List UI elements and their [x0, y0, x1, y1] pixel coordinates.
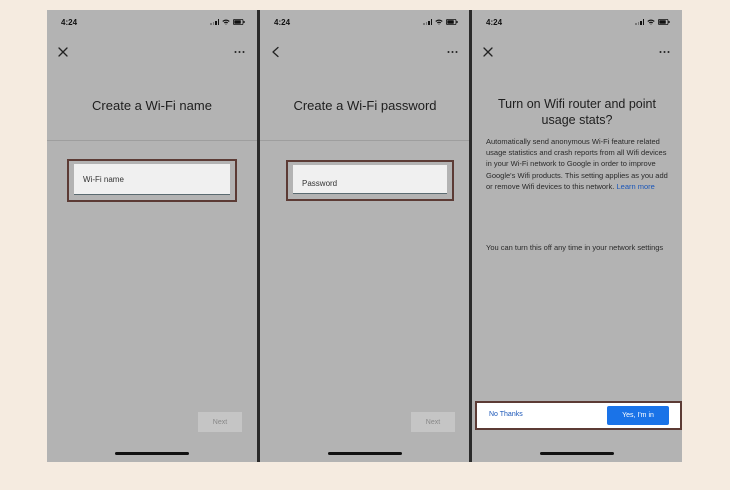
divider — [260, 140, 470, 141]
more-icon[interactable] — [447, 50, 458, 54]
signal-icon — [635, 19, 644, 25]
screen-usage-stats: 4:24 Turn on Wifi router and point usage… — [472, 10, 682, 462]
settings-note: You can turn this off any time in your n… — [486, 243, 664, 252]
learn-more-link[interactable]: Learn more — [616, 182, 654, 191]
consent-actions-highlight: No Thanks Yes, I'm in — [475, 401, 682, 430]
battery-icon — [233, 19, 245, 25]
yes-im-in-button[interactable]: Yes, I'm in — [607, 406, 669, 425]
page-title: Turn on Wifi router and point usage stat… — [498, 97, 656, 127]
close-icon[interactable] — [57, 46, 69, 58]
close-icon[interactable] — [482, 46, 494, 58]
wifi-icon — [647, 19, 655, 25]
status-time: 4:24 — [486, 18, 503, 27]
home-indicator — [115, 452, 189, 455]
no-thanks-button[interactable]: No Thanks — [489, 411, 523, 418]
password-placeholder: Password — [302, 179, 338, 188]
consent-description: Automatically send anonymous Wi-Fi featu… — [486, 136, 672, 192]
wifi-icon — [222, 19, 230, 25]
back-icon[interactable] — [270, 46, 282, 58]
next-button[interactable]: Next — [198, 412, 242, 432]
status-icons — [635, 19, 670, 25]
page: { "screens": [ { "time": "4:24", "title"… — [0, 0, 730, 490]
wifi-icon — [435, 19, 443, 25]
signal-icon — [423, 19, 432, 25]
status-icons — [423, 19, 458, 25]
password-input[interactable]: Password — [293, 165, 447, 194]
wifi-name-field-highlight: Wi-Fi name — [67, 159, 237, 202]
home-indicator — [328, 452, 402, 455]
signal-icon — [210, 19, 219, 25]
page-title: Create a Wi-Fi password — [293, 98, 437, 113]
home-indicator — [540, 452, 614, 455]
divider — [47, 140, 257, 141]
status-time: 4:24 — [274, 18, 291, 27]
next-button[interactable]: Next — [411, 412, 455, 432]
wifi-name-placeholder: Wi-Fi name — [83, 175, 124, 184]
battery-icon — [446, 19, 458, 25]
battery-icon — [658, 19, 670, 25]
status-icons — [210, 19, 245, 25]
password-field-highlight: Password — [286, 160, 454, 201]
more-icon[interactable] — [659, 50, 670, 54]
page-title: Create a Wi-Fi name — [92, 98, 212, 113]
status-time: 4:24 — [61, 18, 78, 27]
wifi-name-input[interactable]: Wi-Fi name — [74, 164, 230, 195]
screen-wifi-password: 4:24 Create a Wi-Fi password Password Ne… — [260, 10, 470, 462]
screen-wifi-name: 4:24 Create a Wi-Fi name Wi-Fi name Next — [47, 10, 257, 462]
more-icon[interactable] — [234, 50, 245, 54]
